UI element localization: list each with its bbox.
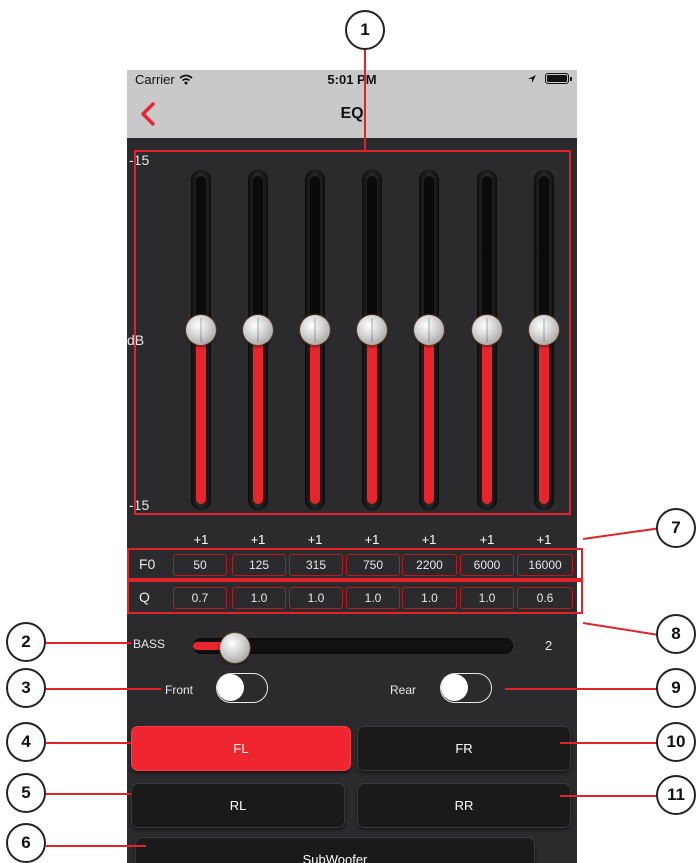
status-bar: Carrier 5:01 PM <box>127 70 577 90</box>
front-toggle-label: Front <box>165 683 194 697</box>
callout-2-line <box>46 642 131 644</box>
bass-slider-knob[interactable] <box>219 633 250 663</box>
f0-highlight-box <box>127 548 583 580</box>
callout-7-line <box>582 527 659 540</box>
callout-6: 6 <box>6 823 46 863</box>
bass-label: BASS <box>133 637 166 651</box>
q-highlight-box <box>127 580 583 614</box>
eq-gain-label: +1 <box>364 532 380 547</box>
callout-8-line <box>582 622 659 636</box>
fr-button[interactable]: FR <box>357 726 571 771</box>
callout-4: 4 <box>6 722 46 762</box>
callout-2: 2 <box>6 622 46 662</box>
eq-gain-label: +1 <box>479 532 495 547</box>
status-time: 5:01 PM <box>327 72 377 87</box>
callout-9: 9 <box>656 668 696 708</box>
callout-6-line <box>46 845 146 847</box>
callout-11-line <box>560 795 659 797</box>
callout-5-line <box>46 793 131 795</box>
battery-icon <box>545 73 572 84</box>
location-arrow-icon <box>528 74 536 83</box>
fl-button[interactable]: FL <box>131 726 351 771</box>
eq-gain-label: +1 <box>250 532 266 547</box>
subwoofer-button[interactable]: SubWoofer <box>135 837 535 863</box>
eq-gain-label: +1 <box>193 532 209 547</box>
eq-gain-label: +1 <box>421 532 437 547</box>
callout-1-line <box>364 48 366 150</box>
bass-value: 2 <box>545 638 553 653</box>
callout-1: 1 <box>345 10 385 50</box>
rl-button[interactable]: RL <box>131 783 345 828</box>
callout-3: 3 <box>6 668 46 708</box>
rear-toggle[interactable] <box>440 673 492 703</box>
callout-7: 7 <box>656 508 696 548</box>
callout-8: 8 <box>656 614 696 654</box>
eq-gain-label: +1 <box>307 532 323 547</box>
front-toggle[interactable] <box>216 673 268 703</box>
callout-5: 5 <box>6 773 46 813</box>
callout-9-line <box>505 688 659 690</box>
callout-3-line <box>46 688 161 690</box>
page-title: EQ <box>340 105 364 122</box>
callout-11: 11 <box>656 775 696 815</box>
eq-gain-label: +1 <box>536 532 552 547</box>
rr-button[interactable]: RR <box>357 783 571 828</box>
callout-4-line <box>46 742 131 744</box>
toggle-thumb <box>441 674 468 701</box>
callout-10: 10 <box>656 722 696 762</box>
rear-toggle-label: Rear <box>390 683 417 697</box>
toggle-thumb <box>217 674 244 701</box>
nav-bar: EQ <box>127 90 577 138</box>
eq-highlight-box <box>134 150 571 515</box>
callout-10-line <box>560 742 659 744</box>
